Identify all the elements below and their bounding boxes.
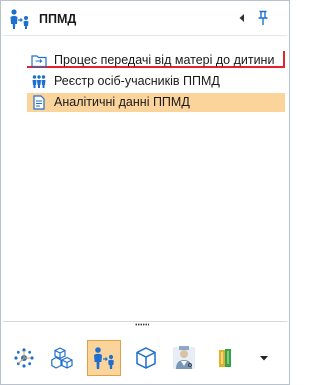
- grip-handle-icon[interactable]: [135, 323, 149, 326]
- tree-item-label: Процес передачі від матері до дитини: [54, 53, 275, 67]
- panel-title: ППМД: [39, 12, 77, 26]
- network-icon: [14, 348, 34, 368]
- document-icon: [33, 95, 45, 110]
- panel-header: ППМД: [1, 1, 289, 35]
- books-icon: [219, 349, 231, 367]
- doctor-button[interactable]: [167, 340, 201, 376]
- collapse-left-icon[interactable]: [237, 13, 247, 23]
- network-button[interactable]: [7, 340, 41, 376]
- parent-child-button[interactable]: [87, 340, 121, 376]
- splitter-line: [3, 321, 287, 322]
- tree-item-participants-registry[interactable]: Реєстр осіб-учасників ППМД: [27, 72, 289, 91]
- cube-button[interactable]: [129, 340, 163, 376]
- parent-child-icon: [94, 347, 114, 369]
- folder-process-icon: [31, 55, 47, 68]
- bottom-toolbar: [1, 332, 289, 384]
- pin-icon[interactable]: [256, 10, 270, 26]
- tree-item-analytics-data[interactable]: Аналітичні данні ППМД: [27, 93, 285, 112]
- dropdown-arrow-icon[interactable]: [257, 352, 271, 364]
- navigation-panel: ППМД Процес передачі від матері до дитин…: [0, 0, 290, 385]
- header-divider: [3, 35, 287, 36]
- tree-item-label: Реєстр осіб-учасників ППМД: [54, 74, 220, 88]
- people-registry-icon: [32, 75, 46, 88]
- cube-icon: [136, 347, 156, 369]
- tree-item-label: Аналітичні данні ППМД: [54, 95, 190, 109]
- cubes-button[interactable]: [47, 340, 81, 376]
- books-button[interactable]: [209, 340, 243, 376]
- doctor-icon: [173, 346, 195, 369]
- people-group-icon: [10, 9, 29, 29]
- cubes-icon: [51, 347, 73, 369]
- tree-item-transmission-process[interactable]: Процес передачі від матері до дитини: [27, 51, 289, 70]
- panel-splitter[interactable]: [1, 315, 289, 329]
